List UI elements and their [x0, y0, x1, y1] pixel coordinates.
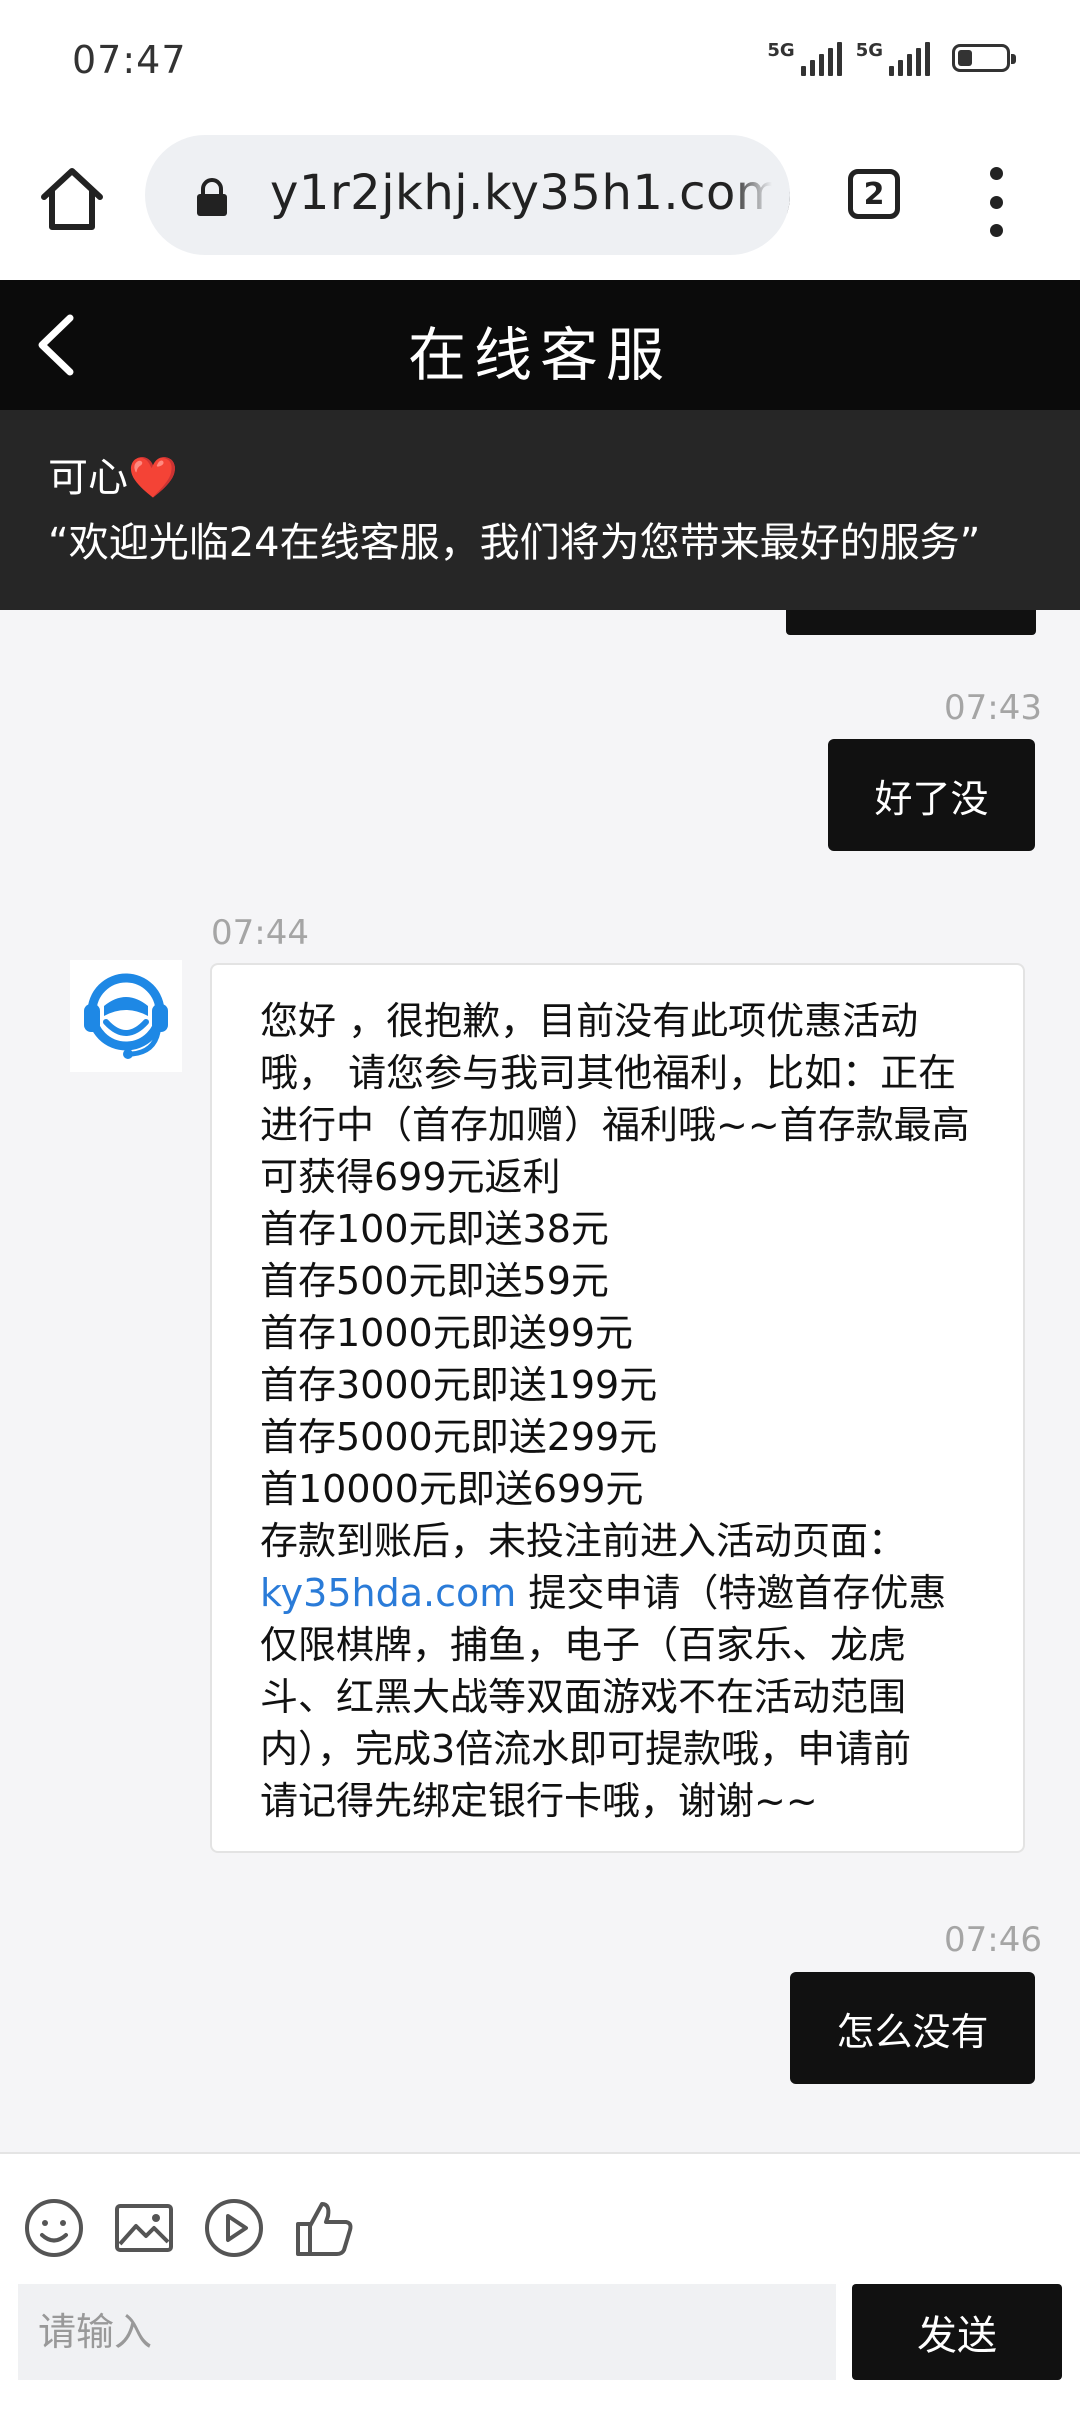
message-input[interactable]: [18, 2284, 836, 2380]
incoming-message: 您好 ，很抱歉，目前没有此项优惠活动 哦， 请您参与我司其他福利，比如：正在 进…: [210, 963, 1025, 1853]
lock-icon: [195, 177, 229, 221]
agent-avatar-icon: [70, 960, 182, 1072]
page-title: 在线客服: [407, 321, 672, 389]
status-time: 07:47: [72, 38, 187, 82]
send-button[interactable]: 发送: [852, 2284, 1062, 2380]
welcome-notice: 可心❤️ “欢迎光临24在线客服，我们将为您带来最好的服务”: [0, 410, 1080, 610]
battery-icon: [952, 44, 1016, 72]
more-menu-icon[interactable]: [985, 167, 1007, 237]
message-timestamp: 07:44: [211, 913, 309, 953]
address-bar[interactable]: y1r2jkhj.ky35h1.com/: [145, 135, 790, 255]
signal-icon: 5G: [856, 40, 930, 76]
chat-input-bar: 发送: [0, 2152, 1080, 2412]
outgoing-message: 好了没: [828, 739, 1035, 851]
notice-text: “欢迎光临24在线客服，我们将为您带来最好的服务”: [48, 520, 981, 566]
message-timestamp: 07:43: [944, 688, 1042, 728]
status-icons: 5G 5G: [767, 40, 1016, 76]
message-timestamp: 07:46: [944, 1920, 1042, 1960]
previous-message-bubble: [786, 610, 1036, 635]
chat-messages[interactable]: 07:43 好了没 07:44 您好 ，很抱歉，目前没有此项优惠活动 哦， 请您…: [0, 610, 1080, 2152]
chat-header: 在线客服: [0, 280, 1080, 410]
status-bar: 07:47 5G 5G: [0, 0, 1080, 125]
browser-toolbar: y1r2jkhj.ky35h1.com/ 2: [0, 125, 1080, 280]
emoji-icon[interactable]: [22, 2196, 86, 2260]
video-play-icon[interactable]: [202, 2196, 266, 2260]
tab-switcher-button[interactable]: 2: [848, 169, 900, 219]
outgoing-message: 怎么没有: [790, 1972, 1035, 2084]
signal-icon: 5G: [767, 40, 842, 76]
agent-name: 可心❤️: [48, 455, 178, 501]
image-icon[interactable]: [112, 2196, 176, 2260]
home-icon[interactable]: [36, 163, 108, 235]
promo-link[interactable]: ky35hda.com: [260, 1571, 516, 1615]
thumbs-up-icon[interactable]: [292, 2196, 356, 2260]
url-text: y1r2jkhj.ky35h1.com/: [270, 165, 790, 221]
